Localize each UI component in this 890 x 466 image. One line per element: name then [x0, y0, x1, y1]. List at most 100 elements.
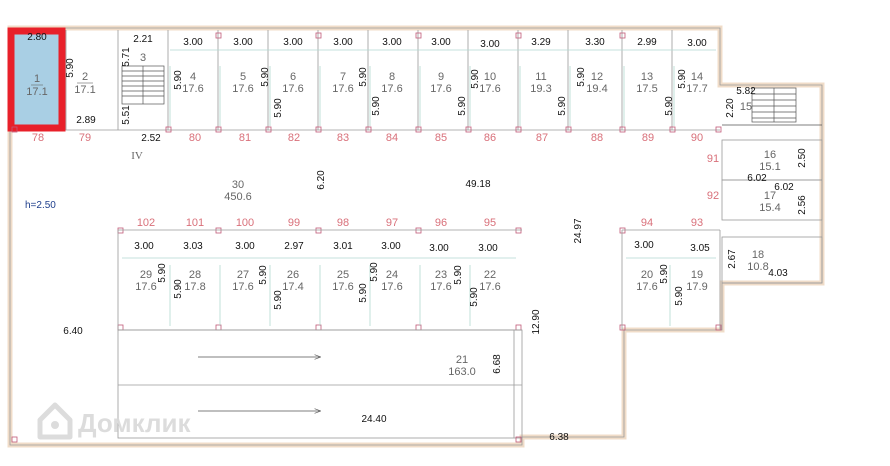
dim-right-stair-side: 2.20 [725, 98, 736, 118]
room-4-area: 17.6 [182, 83, 203, 95]
space-93: 93 [691, 217, 703, 229]
dim-room12-width: 3.30 [585, 37, 605, 48]
dim-room4-depth: 5.90 [173, 70, 184, 90]
space-94: 94 [641, 217, 653, 229]
room-13-area: 17.5 [636, 83, 657, 95]
space-97: 97 [386, 217, 398, 229]
section-label: IV [131, 150, 143, 162]
hall-dimensions: 6.20 49.18 24.97 6.40 12.90 6.68 24.40 6… [63, 170, 584, 443]
space-87: 87 [536, 132, 548, 144]
space-100: 100 [236, 217, 254, 229]
room-23-area: 17.6 [430, 281, 451, 293]
dim-room16-width: 6.02 [747, 173, 767, 184]
parking-numbers-bottom: 93 94 95 96 97 98 99 100 101 102 [137, 217, 703, 229]
room-9-area: 17.6 [430, 83, 451, 95]
room-8-number: 8 [389, 71, 395, 83]
dim-room19-depth: 5.90 [674, 286, 685, 306]
dim-room20-depth: 5.90 [659, 264, 670, 284]
dim-room10-depth: 5.90 [470, 69, 481, 89]
dim-room1-top: 2.80 [27, 32, 47, 43]
dim-room16-height: 2.50 [797, 148, 808, 168]
dim-room28-depth: 5.90 [173, 279, 184, 299]
dim-room12-depth: 5.90 [576, 67, 587, 87]
bottom-room-row [117, 229, 721, 331]
parking-numbers-right: 91 92 [707, 153, 719, 202]
room-30-area: 450.6 [224, 191, 252, 203]
bottom-dimension-lines [122, 257, 716, 326]
ceiling-height-label: h=2.50 [25, 200, 56, 211]
dim-room23-depth: 5.90 [453, 265, 464, 285]
dim-left-width: 6.40 [63, 326, 83, 337]
dim-room17-width: 6.02 [774, 182, 794, 193]
room-1-area: 17.1 [26, 86, 47, 98]
space-99: 99 [288, 217, 300, 229]
room-28-number: 28 [189, 269, 201, 281]
dim-room7-depth: 5.90 [358, 67, 369, 87]
dim-room17-height: 2.56 [797, 195, 808, 215]
space-88: 88 [591, 132, 603, 144]
room-21-label: 21 163.0 [448, 354, 476, 378]
room-7-area: 17.6 [332, 83, 353, 95]
dim-room14-depth: 5.90 [677, 69, 688, 89]
room-22-area: 17.6 [479, 281, 500, 293]
dim-room25-width: 3.01 [333, 241, 353, 252]
space-89: 89 [642, 132, 654, 144]
dim-room2-bottom: 2.89 [76, 115, 96, 126]
dim-room8-depth: 5.90 [371, 96, 382, 116]
room-2-label: 2 17.1 [74, 71, 95, 96]
dim-room7-width: 3.00 [333, 37, 353, 48]
dim-room20-width: 3.00 [634, 240, 654, 251]
right-room-labels: 16 15.1 17 15.4 18 10.8 [747, 149, 780, 273]
dim-right-stair-width: 5.82 [736, 86, 756, 97]
dim-room14-width: 3.00 [687, 38, 707, 49]
room-30-number: 30 [232, 179, 244, 191]
room-23-number: 23 [435, 269, 447, 281]
space-95: 95 [484, 217, 496, 229]
floor-plan-canvas: 1 17.1 2 17.1 3 4 17.6 5 17.6 6 17.6 7 1… [0, 0, 890, 466]
dim-room18-width: 4.03 [768, 268, 788, 279]
dim-stair-bottom: 5.51 [121, 105, 132, 125]
room-17-area: 15.4 [759, 202, 780, 214]
space-81: 81 [239, 132, 251, 144]
dim-room11-width: 3.29 [531, 37, 551, 48]
dim-room9-depth: 5.90 [457, 96, 468, 116]
room-11-area: 19.3 [530, 83, 551, 95]
dim-ramp-length: 24.40 [361, 414, 386, 425]
space-84: 84 [386, 132, 398, 144]
dim-room22-depth: 5.90 [469, 287, 480, 307]
columns-top [117, 32, 722, 331]
watermark-house-icon [37, 402, 73, 440]
room-13-number: 13 [641, 71, 653, 83]
dim-hall-depth: 24.97 [573, 218, 584, 243]
dim-room10-width: 3.00 [480, 39, 500, 50]
dim-room4-width: 3.00 [183, 37, 203, 48]
dim-room29-depth: 5.90 [157, 263, 168, 283]
space-78: 78 [32, 132, 44, 144]
room-3-number: 3 [140, 52, 146, 64]
room-2-area: 17.1 [74, 84, 95, 96]
dim-room8-width: 3.00 [382, 37, 402, 48]
room-6-area: 17.6 [282, 83, 303, 95]
space-91: 91 [707, 153, 719, 165]
watermark: Домклик [37, 402, 191, 440]
space-82: 82 [288, 132, 300, 144]
dim-stair-width: 2.52 [141, 133, 161, 144]
room-20-number: 20 [641, 269, 653, 281]
room-26-number: 26 [287, 269, 299, 281]
space-86: 86 [484, 132, 496, 144]
room-26-area: 17.4 [282, 281, 303, 293]
parking-numbers-top: 78 79 80 81 82 83 84 85 86 87 88 89 90 [32, 132, 703, 144]
room-20-area: 17.6 [636, 281, 657, 293]
room-5-area: 17.6 [232, 83, 253, 95]
dim-room22-width: 3.00 [478, 243, 498, 254]
space-85: 85 [435, 132, 447, 144]
room-29-number: 29 [140, 269, 152, 281]
room-1-number: 1 [34, 73, 40, 85]
room-6-number: 6 [290, 71, 296, 83]
floor-plan: 1 17.1 2 17.1 3 4 17.6 5 17.6 6 17.6 7 1… [7, 25, 825, 448]
room-18-area: 10.8 [747, 261, 768, 273]
dim-room24-depth: 5.90 [369, 262, 380, 282]
dim-room28-width: 3.03 [183, 241, 203, 252]
space-83: 83 [337, 132, 349, 144]
space-80: 80 [189, 132, 201, 144]
